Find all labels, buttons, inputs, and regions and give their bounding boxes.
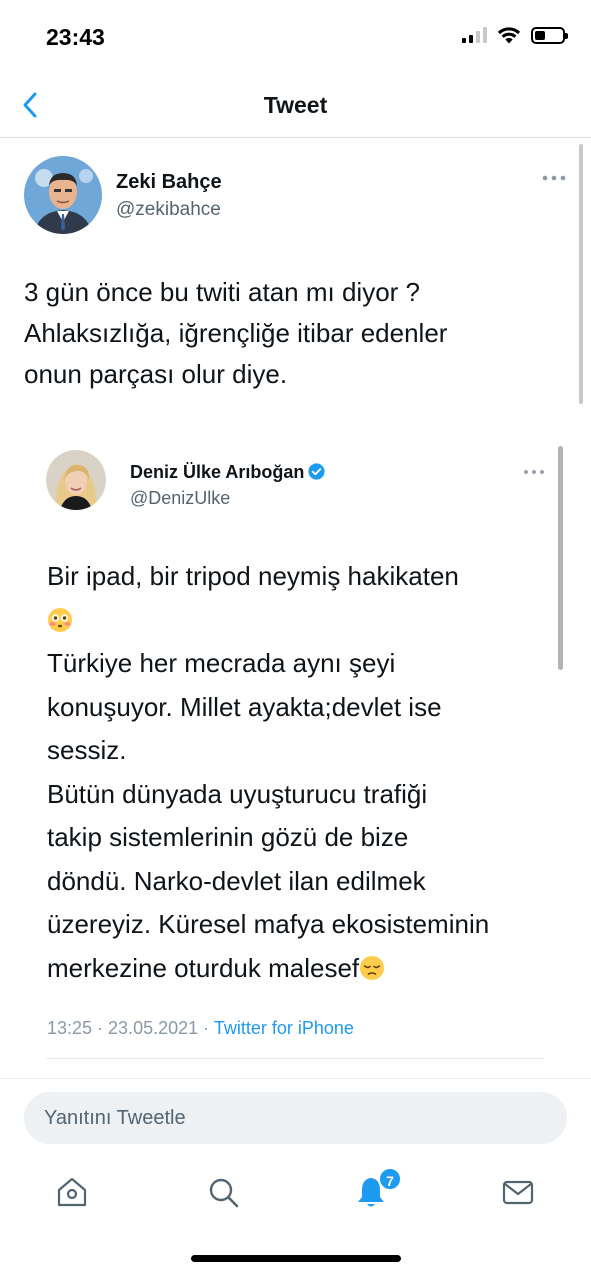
verified-badge-icon	[308, 463, 325, 480]
battery-icon	[531, 26, 568, 44]
flushed-face-emoji	[48, 607, 72, 632]
quoted-more-options-icon[interactable]	[522, 462, 546, 482]
reply-input[interactable]	[24, 1092, 567, 1144]
navigation-bar: Tweet	[0, 76, 591, 138]
cellular-signal-icon	[462, 27, 487, 43]
quoted-author-handle: @DenizUlke	[130, 488, 231, 508]
page-scrollbar[interactable]	[579, 144, 583, 404]
status-bar: 23:43	[0, 0, 591, 70]
home-indicator[interactable]	[191, 1255, 401, 1262]
quoted-tweet-meta: 13:25 · 23.05.2021 · Twitter for iPhone	[47, 1018, 354, 1039]
quoted-author-name[interactable]: Deniz Ülke Arıboğan	[130, 462, 325, 483]
wifi-icon	[497, 27, 521, 44]
quoted-tweet-text: Bir ipad, bir tripod neymiş hakikaten Tü…	[47, 555, 547, 990]
notification-badge: 7	[378, 1167, 402, 1191]
author-handle: @zekibahce	[116, 199, 221, 220]
author-name[interactable]: Zeki Bahçe	[116, 171, 222, 194]
quoted-author-name-text: Deniz Ülke Arıboğan	[130, 462, 305, 482]
messages-icon[interactable]	[500, 1174, 536, 1210]
quoted-text-part-2: Türkiye her mecrada aynı şeyi konuşuyor.…	[47, 648, 490, 983]
quoted-text-part-1: Bir ipad, bir tripod neymiş hakikaten	[47, 561, 459, 591]
tab-bar	[0, 1158, 591, 1228]
quoted-timestamp: 13:25 · 23.05.2021 ·	[47, 1018, 214, 1038]
page-title: Tweet	[263, 92, 328, 118]
more-options-icon[interactable]	[541, 168, 567, 188]
status-time: 23:43	[46, 24, 105, 50]
pensive-face-emoji	[360, 955, 385, 980]
reply-bar	[0, 1078, 591, 1158]
quoted-author-avatar[interactable]	[46, 450, 106, 510]
status-icons	[462, 26, 568, 44]
author-avatar[interactable]	[24, 156, 102, 234]
tweet-text: 3 gün önce bu twiti atan mı diyor ? Ahla…	[24, 277, 448, 389]
search-icon[interactable]	[205, 1174, 241, 1210]
home-icon[interactable]	[54, 1174, 90, 1210]
quoted-source-link[interactable]: Twitter for iPhone	[214, 1018, 354, 1038]
quoted-divider	[46, 1058, 544, 1059]
quoted-scrollbar[interactable]	[558, 446, 563, 670]
